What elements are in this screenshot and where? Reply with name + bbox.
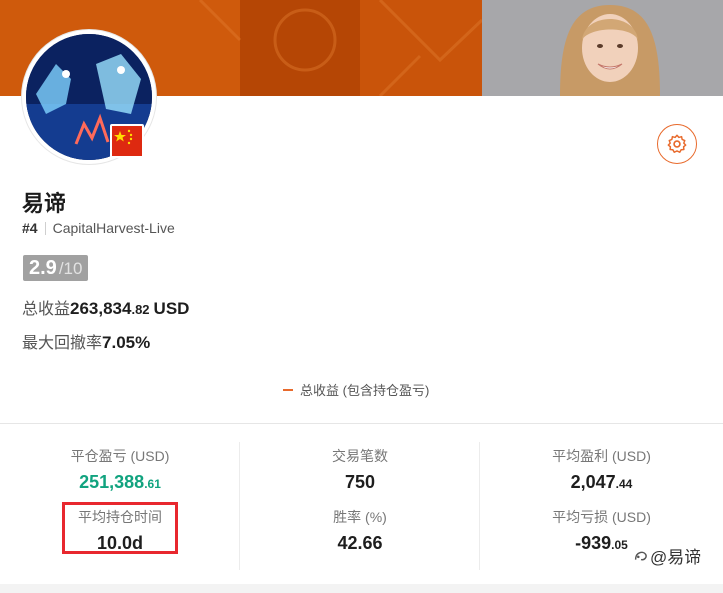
- avg-profit-decimal: .44: [615, 477, 633, 491]
- divider: [44, 221, 46, 235]
- total-profit-line: 总收益 263,834 .82 USD: [22, 295, 189, 319]
- avg-profit-label: 平均盈利 (USD): [552, 448, 651, 464]
- avg-loss-decimal: .05: [611, 538, 628, 552]
- avg-loss-label: 平均亏损 (USD): [552, 509, 651, 525]
- total-profit-decimal: .82: [131, 302, 150, 317]
- watermark: @易谛: [632, 543, 701, 568]
- watermark-text: @易谛: [650, 548, 702, 567]
- account-name[interactable]: CapitalHarvest-Live: [53, 220, 175, 236]
- win-rate-value: 42.66: [337, 533, 383, 553]
- chart-legend[interactable]: 总收益 (包含持仓盈亏): [283, 380, 429, 399]
- profile-name: 易谛: [22, 191, 67, 216]
- win-rate-stat: 胜率 (%) 42.66: [240, 507, 480, 554]
- max-drawdown-line: 最大回撤率 7.05%: [22, 329, 150, 353]
- bottom-edge: [0, 584, 723, 593]
- closed-pl-value: 251,388.61: [0, 472, 240, 493]
- total-profit-unit: USD: [153, 299, 190, 318]
- trades-value: 750: [344, 472, 376, 492]
- win-rate-label: 胜率 (%): [333, 509, 387, 525]
- rank-number: #4: [22, 220, 38, 236]
- stats-column: 交易笔数 750 胜率 (%) 42.66: [240, 424, 480, 584]
- closed-pl-stat: 平仓盈亏 (USD) 251,388.61: [0, 446, 240, 493]
- banner-person-photo: [560, 5, 660, 96]
- score-value: 2.9: [29, 257, 57, 279]
- avg-profit-value: 2,047.44: [480, 472, 723, 493]
- avg-profit-int: 2,047: [570, 472, 616, 492]
- watermark-logo-icon: [634, 551, 647, 560]
- avg-profit-stat: 平均盈利 (USD) 2,047.44: [480, 446, 723, 493]
- closed-pl-int: 251,388: [79, 472, 145, 492]
- closed-pl-label: 平仓盈亏 (USD): [70, 448, 170, 464]
- legend-label: 总收益 (包含持仓盈亏): [300, 383, 430, 398]
- closed-pl-decimal: .61: [144, 477, 161, 491]
- china-flag-icon: [110, 124, 144, 158]
- rank-line: #4 CapitalHarvest-Live: [22, 220, 175, 236]
- settings-button[interactable]: [657, 124, 697, 164]
- settings-gear-icon: [667, 134, 687, 153]
- score-max: /10: [58, 259, 83, 278]
- highlight-box: [62, 502, 178, 554]
- max-drawdown-value: 7.05%: [102, 333, 151, 352]
- trades-label: 交易笔数: [332, 448, 388, 464]
- score-badge: 2.9 /10: [23, 255, 89, 281]
- max-drawdown-label: 最大回撤率: [22, 335, 103, 352]
- avg-loss-int: -939: [575, 533, 612, 553]
- legend-swatch: [283, 388, 293, 391]
- trades-stat: 交易笔数 750: [240, 446, 480, 493]
- total-profit-value: 263,834: [70, 299, 132, 318]
- total-profit-label: 总收益: [22, 301, 71, 318]
